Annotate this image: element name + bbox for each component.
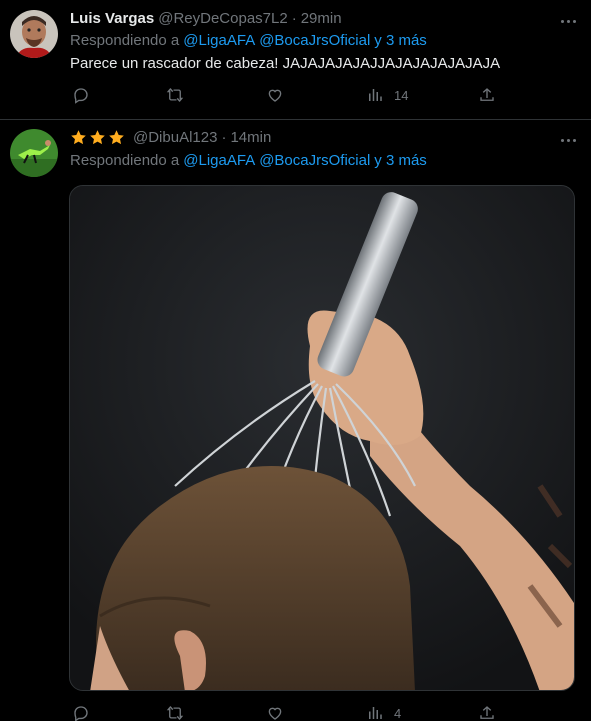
more-options-button[interactable] xyxy=(557,129,579,151)
avatar[interactable] xyxy=(10,10,58,58)
timestamp[interactable]: 14min xyxy=(230,129,271,146)
heart-icon xyxy=(268,89,282,102)
star-icon xyxy=(71,130,86,145)
heart-icon xyxy=(268,707,282,720)
like-button[interactable] xyxy=(266,86,284,104)
views-button[interactable]: 14 xyxy=(366,86,408,104)
tweet-text: Parece un rascador de cabeza! JAJAJAJAJA… xyxy=(70,55,501,72)
mention-bocajrsoficial[interactable]: @BocaJrsOficial xyxy=(259,32,370,49)
share-icon xyxy=(480,88,494,101)
tweet[interactable]: @DibuAl123 · 14min Respondiendo a @LigaAF… xyxy=(0,121,591,721)
reply-icon xyxy=(74,88,88,104)
reply-button[interactable] xyxy=(72,86,90,104)
separator: · xyxy=(221,129,227,146)
view-count: 4 xyxy=(394,705,402,721)
views-button[interactable]: 4 xyxy=(366,704,401,721)
like-button[interactable] xyxy=(266,704,284,721)
more-options-button[interactable] xyxy=(557,10,579,32)
retweet-icon xyxy=(166,87,184,103)
tweet-actions: 14 xyxy=(70,86,579,106)
tweet-image[interactable] xyxy=(69,185,575,691)
share-button[interactable] xyxy=(478,704,496,721)
analytics-icon xyxy=(369,89,382,101)
more-mentions-link[interactable]: y 3 más xyxy=(374,152,427,169)
mention-bocajrsoficial[interactable]: @BocaJrsOficial xyxy=(259,152,370,169)
more-icon xyxy=(560,19,564,23)
timestamp[interactable]: 29min xyxy=(301,10,342,27)
reply-button[interactable] xyxy=(72,704,90,721)
reply-icon xyxy=(74,706,88,721)
mention-ligaafa[interactable]: @LigaAFA xyxy=(183,32,255,49)
tweet-header: @DibuAl123 · 14min xyxy=(70,129,271,146)
view-count: 14 xyxy=(394,87,409,103)
share-button[interactable] xyxy=(478,86,496,104)
replying-to-label: Respondiendo a xyxy=(70,152,180,169)
share-icon xyxy=(480,706,494,719)
tweet-actions: 4 xyxy=(70,704,579,721)
replying-to-label: Respondiendo a xyxy=(70,32,180,49)
retweet-button[interactable] xyxy=(166,704,184,721)
star-icon xyxy=(90,130,105,145)
retweet-icon xyxy=(166,705,184,721)
replying-to: Respondiendo a @LigaAFA @BocaJrsOficial y 3… xyxy=(70,152,427,169)
display-name[interactable]: Luis Vargas xyxy=(70,10,154,27)
retweet-button[interactable] xyxy=(166,86,184,104)
display-name-stars[interactable] xyxy=(70,129,125,146)
tweet[interactable]: Luis Vargas @ReyDeCopas7L2 · 29min Respo… xyxy=(0,0,591,120)
more-icon xyxy=(560,138,564,142)
more-mentions-link[interactable]: y 3 más xyxy=(374,32,427,49)
head-scratcher-photo xyxy=(70,186,574,690)
user-handle[interactable]: @ReyDeCopas7L2 xyxy=(158,10,287,27)
avatar[interactable] xyxy=(10,129,58,177)
separator: · xyxy=(291,10,297,27)
tweet-header: Luis Vargas @ReyDeCopas7L2 · 29min xyxy=(70,10,342,27)
user-handle[interactable]: @DibuAl123 xyxy=(133,129,217,146)
star-icon xyxy=(109,130,124,145)
analytics-icon xyxy=(369,707,382,719)
mention-ligaafa[interactable]: @LigaAFA xyxy=(183,152,255,169)
replying-to: Respondiendo a @LigaAFA @BocaJrsOficial y 3… xyxy=(70,32,427,49)
